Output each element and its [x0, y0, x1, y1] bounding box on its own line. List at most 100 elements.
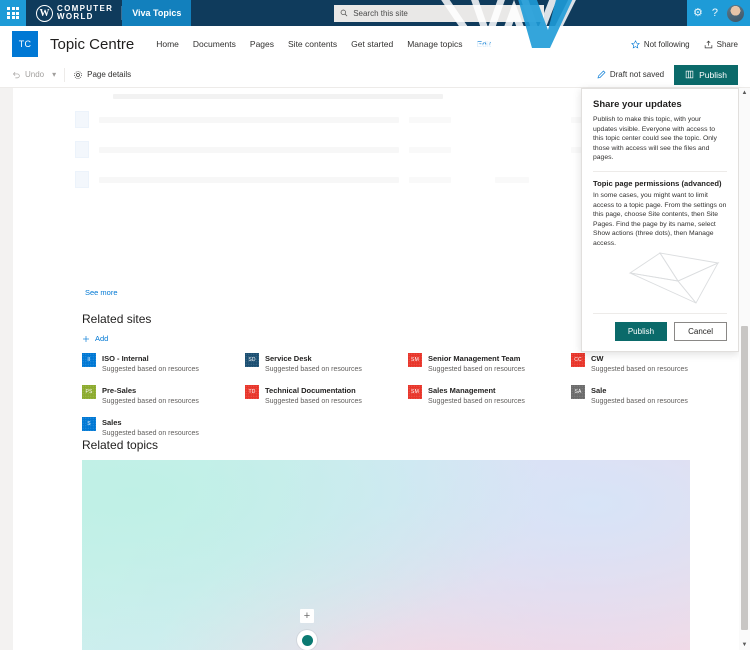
nav-item-pages[interactable]: Pages — [250, 39, 274, 49]
brand-mark-icon: W — [36, 4, 53, 22]
callout-body: Publish to make this topic, with your up… — [593, 116, 717, 162]
save-status-label: Draft not saved — [609, 70, 665, 79]
not-following-label: Not following — [643, 39, 690, 49]
add-topic-node-button[interactable]: + — [300, 609, 314, 623]
left-rail — [0, 88, 13, 650]
scroll-down-icon[interactable]: ▼ — [739, 640, 750, 650]
help-icon[interactable]: ? — [712, 7, 718, 19]
related-site-card[interactable]: CC CW Suggested based on resources — [571, 353, 734, 375]
site-tile-initials: SA — [574, 389, 582, 395]
app-launcher-button[interactable] — [0, 0, 26, 26]
publish-icon — [685, 70, 694, 79]
site-meta: CW Suggested based on resources — [591, 353, 688, 375]
callout-cancel-button[interactable]: Cancel — [674, 322, 727, 341]
site-tile-initials: CC — [574, 357, 582, 363]
command-divider — [64, 67, 66, 82]
faded-headline — [113, 94, 443, 99]
site-name: ISO - Internal — [102, 354, 149, 363]
site-name: Service Desk — [265, 354, 312, 363]
related-site-card[interactable]: S Sales Suggested based on resources — [82, 417, 245, 439]
chevron-down-icon[interactable]: ▾ — [52, 70, 56, 79]
nav-item-edit[interactable]: Edit — [477, 39, 492, 49]
see-more-link[interactable]: See more — [85, 288, 118, 297]
nav-item-manage-topics[interactable]: Manage topics — [407, 39, 462, 49]
related-site-card[interactable]: SD Service Desk Suggested based on resourc… — [245, 353, 408, 375]
related-site-card[interactable]: PS Pre-Sales Suggested based on resources — [82, 385, 245, 407]
site-subtitle: Suggested based on resources — [428, 366, 525, 373]
app-name-tag[interactable]: Viva Topics — [122, 0, 192, 26]
add-label: Add — [95, 334, 109, 343]
page-title: Topic Centre — [50, 35, 135, 53]
faded-line — [99, 146, 399, 153]
callout-illustration — [628, 252, 720, 304]
file-icon — [75, 141, 89, 158]
search-input[interactable]: Search this site — [334, 4, 545, 22]
related-site-card[interactable]: SM Sales Management Suggested based on res… — [408, 385, 571, 407]
nav-item-site-contents[interactable]: Site contents — [288, 39, 337, 49]
callout-publish-button[interactable]: Publish — [614, 322, 668, 341]
site-tile-icon: SA — [571, 385, 585, 399]
pencil-icon — [597, 70, 606, 79]
site-subtitle: Suggested based on resources — [102, 366, 199, 373]
faded-line — [409, 146, 451, 153]
command-bar-right: Draft not saved Publish — [597, 64, 738, 85]
brand-line-2: WORLD — [57, 12, 94, 21]
publish-label: Publish — [699, 69, 727, 80]
related-topics-graph[interactable]: + ComputerWorld — [82, 460, 690, 650]
site-meta: Service Desk Suggested based on resources — [265, 353, 362, 375]
site-navigation: Home Documents Pages Site contents Get s… — [156, 39, 491, 49]
site-meta: Pre-Sales Suggested based on resources — [102, 385, 199, 407]
scrollbar-thumb[interactable] — [741, 326, 748, 630]
nav-item-documents[interactable]: Documents — [193, 39, 236, 49]
vertical-scrollbar[interactable]: ▲ ▼ — [739, 88, 750, 650]
site-subtitle: Suggested based on resources — [428, 398, 525, 405]
faded-line — [495, 176, 529, 183]
save-status: Draft not saved — [597, 70, 664, 79]
related-site-card[interactable]: SA Sale Suggested based on resources — [571, 385, 734, 407]
faded-line — [99, 116, 399, 123]
site-name: Technical Documentation — [265, 386, 356, 395]
site-meta: Senior Management Team Suggested based on… — [428, 353, 525, 375]
undo-icon — [12, 72, 20, 79]
avatar[interactable] — [727, 4, 744, 22]
callout-section-body: In some cases, you might want to limit a… — [593, 191, 727, 247]
site-subtitle: Suggested based on resources — [265, 366, 362, 373]
related-site-card[interactable]: SM Senior Management Team Suggested based … — [408, 353, 571, 375]
not-following-button[interactable]: Not following — [630, 39, 690, 49]
scroll-up-icon[interactable]: ▲ — [739, 88, 750, 98]
file-icon — [75, 171, 89, 188]
publish-button[interactable]: Publish — [674, 64, 738, 85]
site-tile-icon: TD — [245, 385, 259, 399]
center-topic-node[interactable] — [297, 630, 317, 650]
related-site-card[interactable]: TD Technical Documentation Suggested based… — [245, 385, 408, 407]
brand-block[interactable]: W COMPUTER WORLD — [26, 0, 123, 26]
site-meta: Sales Management Suggested based on resou… — [428, 385, 525, 407]
page-details-label: Page details — [87, 70, 132, 79]
faded-line — [99, 176, 399, 183]
callout-divider — [593, 170, 727, 172]
gear-icon — [74, 70, 82, 79]
site-subtitle: Suggested based on resources — [591, 398, 688, 405]
site-logo[interactable]: TC — [12, 31, 38, 57]
gear-icon[interactable]: ⚙ — [693, 7, 703, 19]
suite-bar: W COMPUTER WORLD Viva Topics Search this… — [0, 0, 750, 26]
share-button[interactable]: Share — [704, 40, 738, 49]
site-tile-initials: SD — [248, 357, 256, 363]
star-icon — [630, 39, 640, 48]
nav-item-get-started[interactable]: Get started — [351, 39, 393, 49]
site-subtitle: Suggested based on resources — [265, 398, 362, 405]
site-name: Sale — [591, 386, 607, 395]
page-details-button[interactable]: Page details — [73, 70, 131, 80]
site-meta: Sale Suggested based on resources — [591, 385, 688, 407]
site-header-actions: Not following Share — [630, 39, 738, 49]
site-name: CW — [591, 354, 604, 363]
computerworld-logo: W COMPUTER WORLD — [36, 4, 113, 22]
site-subtitle: Suggested based on resources — [591, 366, 688, 373]
related-site-card[interactable]: II ISO - Internal Suggested based on resou… — [82, 353, 245, 375]
command-bar: Undo ▾ Page details Draft not saved Publ… — [0, 62, 750, 88]
undo-button[interactable]: Undo — [12, 70, 44, 79]
related-sites-grid: II ISO - Internal Suggested based on resou… — [82, 353, 692, 439]
site-tile-icon: SD — [245, 353, 259, 367]
site-tile-initials: SM — [411, 389, 419, 395]
nav-item-home[interactable]: Home — [156, 39, 179, 49]
